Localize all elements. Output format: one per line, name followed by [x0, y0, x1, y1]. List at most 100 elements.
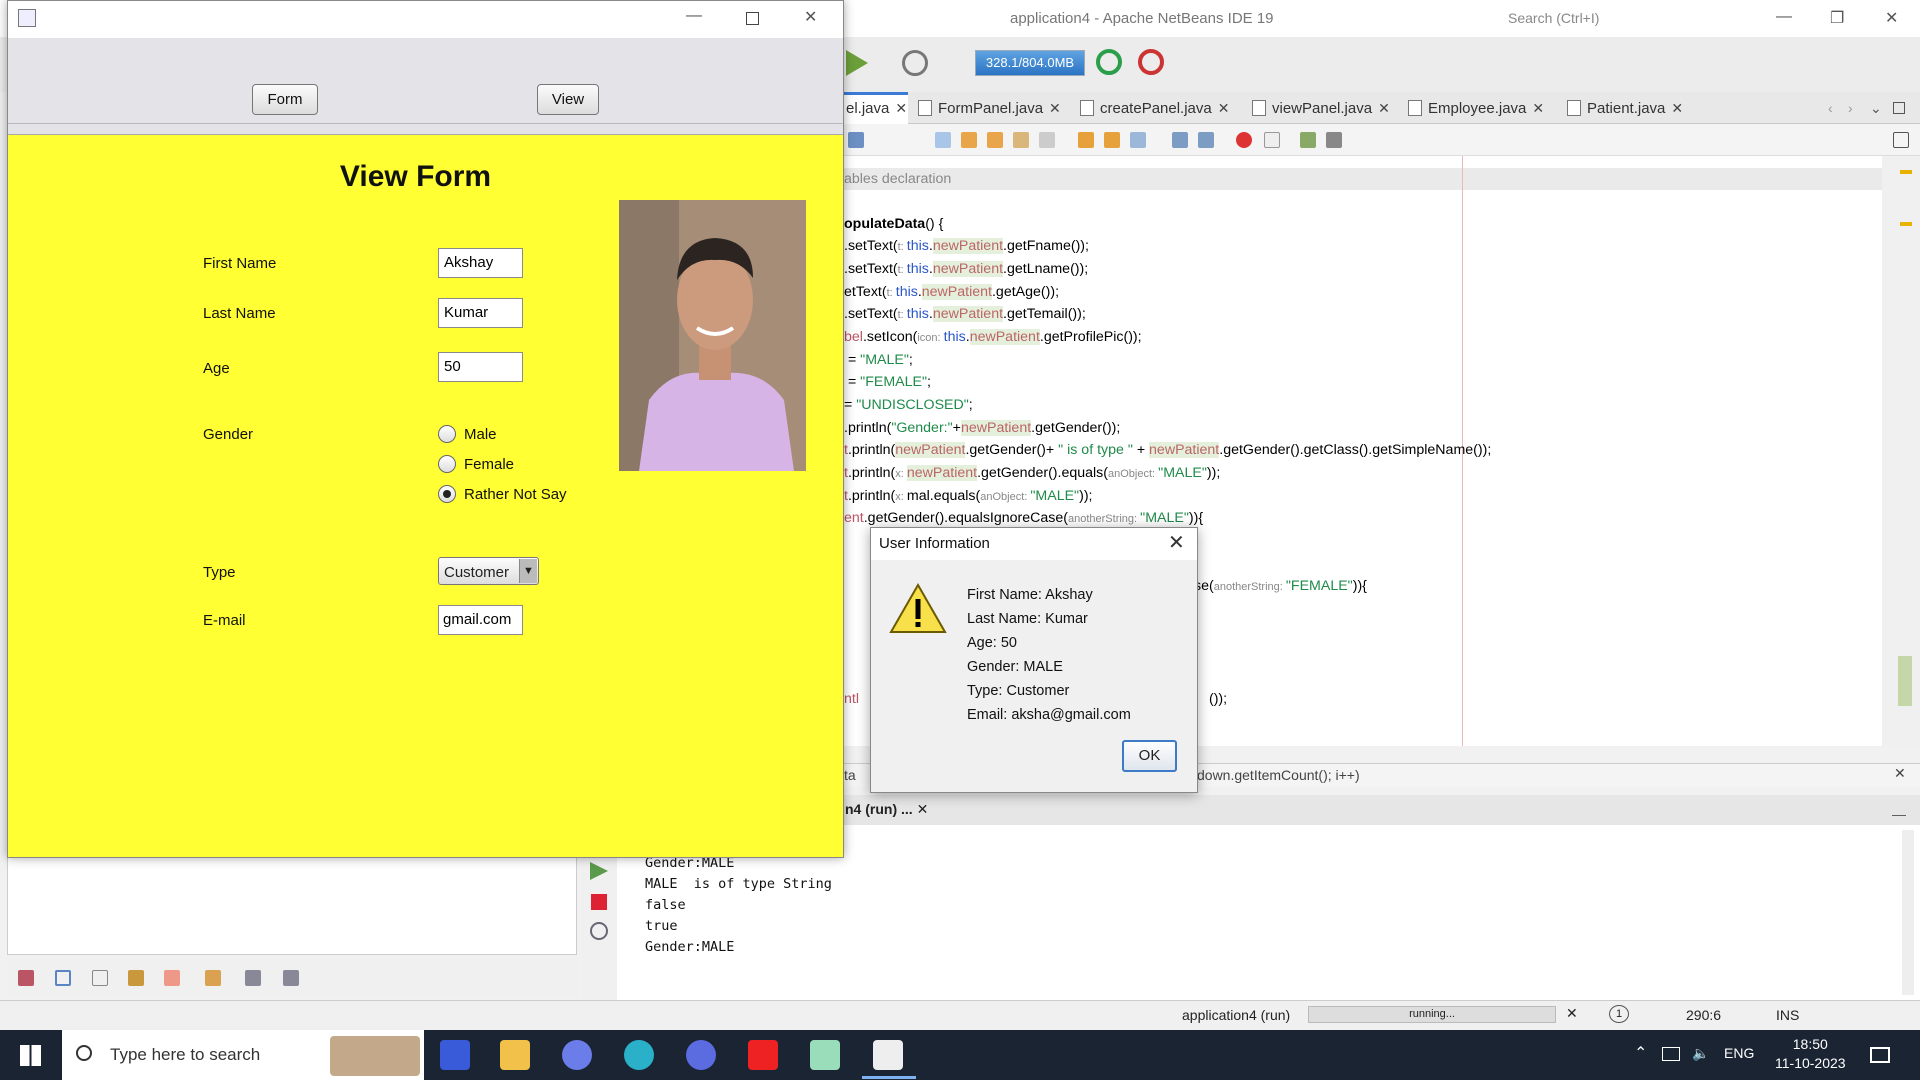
- breadcrumb-left[interactable]: ta: [844, 767, 856, 783]
- output-scrollbar[interactable]: [1902, 830, 1914, 995]
- chevron-down-icon[interactable]: ▼: [519, 559, 537, 583]
- dialog-close-button[interactable]: ✕: [1168, 530, 1185, 555]
- split-divider[interactable]: [8, 124, 843, 135]
- warning-marker[interactable]: [1900, 222, 1912, 226]
- tab-viewpanel-el[interactable]: el.java ✕: [846, 100, 907, 124]
- last-name-field[interactable]: Kumar: [438, 298, 523, 328]
- previous-occurrence-icon[interactable]: [961, 132, 977, 148]
- tab-patient[interactable]: Patient.java ✕: [1567, 100, 1683, 124]
- app-minimize-button[interactable]: —: [686, 7, 702, 25]
- comment-icon[interactable]: [1326, 132, 1342, 148]
- gender-rather-not-say-radio[interactable]: [438, 485, 456, 503]
- tab-scroll-left-icon[interactable]: ‹: [1828, 100, 1833, 116]
- tab-formpanel[interactable]: FormPanel.java ✕: [918, 100, 1061, 124]
- notifications-icon[interactable]: [1870, 1047, 1890, 1063]
- chat-icon[interactable]: [686, 1040, 716, 1070]
- tab-viewpanel[interactable]: viewPanel.java ✕: [1252, 100, 1390, 124]
- ok-button[interactable]: OK: [1122, 740, 1177, 772]
- age-field[interactable]: 50: [438, 352, 523, 382]
- status-progress-bar[interactable]: running...: [1308, 1006, 1556, 1023]
- settings-icon[interactable]: [590, 922, 608, 940]
- form-button[interactable]: Form: [252, 84, 318, 115]
- breadcrumb-right[interactable]: down.getItemCount(); i++): [1197, 767, 1360, 783]
- tab-createpanel[interactable]: createPanel.java ✕: [1080, 100, 1229, 124]
- shift-left-icon[interactable]: [1172, 132, 1188, 148]
- stop-icon[interactable]: [591, 894, 607, 910]
- close-icon[interactable]: ✕: [1894, 765, 1906, 782]
- output-actions: [582, 840, 617, 1000]
- panel-icon[interactable]: [55, 970, 71, 986]
- ide-restore-button[interactable]: ❐: [1830, 8, 1844, 28]
- field-icon[interactable]: [92, 970, 108, 986]
- gender-female-label[interactable]: Female: [464, 456, 514, 473]
- minimize-panel-icon[interactable]: —: [1892, 806, 1906, 822]
- next-occurrence-icon[interactable]: [987, 132, 1003, 148]
- toggle-highlight-icon[interactable]: [1013, 132, 1029, 148]
- tab-output-run[interactable]: n4 (run) ... ✕: [845, 801, 928, 818]
- email-field[interactable]: gmail.com: [438, 605, 523, 635]
- volume-icon[interactable]: 🔈: [1692, 1045, 1709, 1062]
- bookmark-prev-icon[interactable]: [1078, 132, 1094, 148]
- sort-icon[interactable]: [283, 970, 299, 986]
- ide-minimize-button[interactable]: —: [1776, 8, 1792, 26]
- app-close-button[interactable]: ✕: [804, 7, 817, 27]
- network-icon[interactable]: [1662, 1047, 1680, 1061]
- warning-marker[interactable]: [1900, 170, 1912, 174]
- code-line: .println("Gender:"+newPatient.getGender(…: [844, 420, 1121, 436]
- memory-usage-bar[interactable]: 328.1/804.0MB: [975, 50, 1085, 76]
- app-icon-2[interactable]: [748, 1040, 778, 1070]
- gender-rather-not-say-label[interactable]: Rather Not Say: [464, 486, 567, 503]
- close-icon[interactable]: ✕: [917, 801, 929, 817]
- scroll-thumb[interactable]: [1898, 656, 1912, 706]
- close-icon[interactable]: ✕: [1532, 100, 1544, 116]
- ide-close-button[interactable]: ✕: [1885, 8, 1898, 28]
- app-icon[interactable]: [440, 1040, 470, 1070]
- profile-icon[interactable]: [902, 50, 928, 76]
- shape-icon[interactable]: [164, 970, 180, 986]
- java-icon[interactable]: [18, 970, 34, 986]
- gender-female-radio[interactable]: [438, 455, 456, 473]
- tool-icon[interactable]: [205, 970, 221, 986]
- gender-male-radio[interactable]: [438, 425, 456, 443]
- history-icon[interactable]: [848, 132, 864, 148]
- tab-employee[interactable]: Employee.java ✕: [1408, 100, 1544, 124]
- edge-icon[interactable]: [624, 1040, 654, 1070]
- bookmark-toggle-icon[interactable]: [1130, 132, 1146, 148]
- split-editor-icon[interactable]: [1893, 132, 1909, 148]
- cancel-progress-icon[interactable]: ✕: [1566, 1005, 1578, 1022]
- media-icon[interactable]: [562, 1040, 592, 1070]
- close-icon[interactable]: ✕: [895, 100, 907, 116]
- lock-icon[interactable]: [128, 970, 144, 986]
- bookmark-next-icon[interactable]: [1104, 132, 1120, 148]
- chevron-down-icon[interactable]: ⌄: [1870, 100, 1882, 117]
- close-icon[interactable]: ✕: [1378, 100, 1390, 116]
- chevron-up-icon[interactable]: ⌃: [1634, 1043, 1647, 1063]
- sort-icon[interactable]: [245, 970, 261, 986]
- file-explorer-icon[interactable]: [500, 1040, 530, 1070]
- profile-photo-graphic: [619, 200, 806, 471]
- app-icon-3[interactable]: [810, 1040, 840, 1070]
- tab-scroll-right-icon[interactable]: ›: [1848, 100, 1853, 116]
- java-app-icon[interactable]: [873, 1040, 903, 1070]
- windows-start-icon[interactable]: [20, 1045, 41, 1066]
- toggle-rect-select-icon[interactable]: [1039, 132, 1055, 148]
- view-button[interactable]: View: [537, 84, 599, 115]
- find-icon[interactable]: [935, 132, 951, 148]
- gc-icon-2[interactable]: [1138, 49, 1164, 75]
- close-icon[interactable]: ✕: [1218, 100, 1230, 116]
- close-icon[interactable]: ✕: [1671, 100, 1683, 116]
- first-name-field[interactable]: Akshay: [438, 248, 523, 278]
- notifications-badge[interactable]: 1: [1609, 1005, 1629, 1023]
- chart-icon[interactable]: [1300, 132, 1316, 148]
- gc-icon[interactable]: [1096, 49, 1122, 75]
- maximize-editor-icon[interactable]: [1893, 102, 1905, 114]
- clock[interactable]: 18:50 11-10-2023: [1775, 1035, 1846, 1073]
- gender-male-label[interactable]: Male: [464, 426, 497, 443]
- stop-macro-icon[interactable]: [1264, 132, 1280, 148]
- status-project[interactable]: application4 (run): [1182, 1007, 1290, 1023]
- language-indicator[interactable]: ENG: [1724, 1045, 1754, 1061]
- close-icon[interactable]: ✕: [1049, 100, 1061, 116]
- app-maximize-button[interactable]: [746, 12, 759, 25]
- shift-right-icon[interactable]: [1198, 132, 1214, 148]
- record-macro-icon[interactable]: [1236, 132, 1252, 148]
